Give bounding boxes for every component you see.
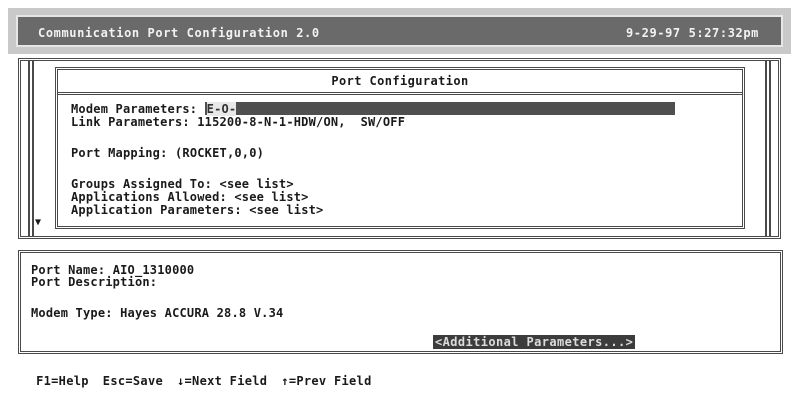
modem-parameters-row: Modem Parameters: E-O- (71, 102, 675, 116)
prev-field-key[interactable]: ↑=Prev Field (281, 374, 371, 388)
groups-assigned-value[interactable]: <see list> (220, 177, 294, 191)
groups-assigned-row[interactable]: Groups Assigned To: <see list> (71, 177, 294, 191)
port-mapping-label: Port Mapping: (71, 146, 168, 160)
port-configuration-frame: ▼ Port Configuration Modem Parameters: E… (18, 58, 781, 239)
frame-rail (32, 61, 34, 236)
application-parameters-value[interactable]: <see list> (249, 203, 323, 217)
modem-type-value[interactable]: Hayes ACCURA 28.8 V.34 (120, 306, 283, 320)
scroll-down-icon[interactable]: ▼ (33, 216, 43, 230)
function-key-bar: F1=Help Esc=Save ↓=Next Field ↑=Prev Field (6, 360, 386, 388)
frame-rail (765, 61, 767, 236)
title-bar-inner: Communication Port Configuration 2.0 9-2… (16, 15, 783, 47)
groups-assigned-label: Groups Assigned To: (71, 177, 213, 191)
frame-rail (28, 61, 30, 236)
save-key[interactable]: Esc=Save (103, 374, 163, 388)
modem-type-label: Modem Type: (31, 306, 113, 320)
port-mapping-row[interactable]: Port Mapping: (ROCKET,0,0) (71, 146, 264, 160)
help-key[interactable]: F1=Help (36, 374, 89, 388)
port-description-label: Port Description: (31, 275, 158, 289)
modem-parameters-label: Modem Parameters: (71, 102, 198, 116)
port-info-panel: Port Name: AIO_1310000 Port Description:… (18, 250, 783, 354)
title-bar: Communication Port Configuration 2.0 9-2… (8, 8, 791, 54)
modem-parameters-input[interactable]: E-O- (204, 102, 675, 116)
port-description-row[interactable]: Port Description: (31, 275, 165, 289)
applications-allowed-label: Applications Allowed: (71, 190, 227, 204)
application-parameters-row[interactable]: Application Parameters: <see list> (71, 203, 323, 217)
applications-allowed-value[interactable]: <see list> (234, 190, 308, 204)
link-parameters-row[interactable]: Link Parameters: 115200-8-N-1-HDW/ON, SW… (71, 115, 405, 129)
app-title: Communication Port Configuration 2.0 (38, 26, 320, 40)
port-mapping-value[interactable]: (ROCKET,0,0) (175, 146, 264, 160)
terminal-screen: Communication Port Configuration 2.0 9-2… (0, 0, 799, 388)
modem-parameters-value: E-O- (206, 102, 237, 116)
link-parameters-label: Link Parameters: (71, 115, 190, 129)
datetime-readout: 9-29-97 5:27:32pm (625, 26, 759, 40)
application-parameters-label: Application Parameters: (71, 203, 242, 217)
port-configuration-panel: Port Configuration Modem Parameters: E-O… (55, 67, 745, 229)
additional-parameters-button[interactable]: <Additional Parameters...> (433, 335, 636, 349)
applications-allowed-row[interactable]: Applications Allowed: <see list> (71, 190, 309, 204)
modem-type-row[interactable]: Modem Type: Hayes ACCURA 28.8 V.34 (31, 306, 283, 320)
link-parameters-value[interactable]: 115200-8-N-1-HDW/ON, SW/OFF (197, 115, 405, 129)
next-field-key[interactable]: ↓=Next Field (177, 374, 267, 388)
panel-title: Port Configuration (58, 70, 742, 95)
frame-rail (769, 61, 771, 236)
